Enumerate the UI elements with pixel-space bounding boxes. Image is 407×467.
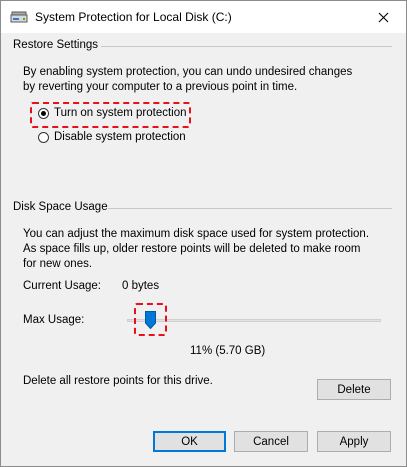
ok-button[interactable]: OK	[153, 431, 226, 452]
window-title: System Protection for Local Disk (C:)	[35, 10, 232, 24]
radio-disable-label[interactable]: Disable system protection	[54, 131, 186, 143]
title-bar[interactable]: System Protection for Local Disk (C:)	[1, 1, 406, 33]
radio-disable-indicator[interactable]	[38, 131, 49, 143]
close-icon	[378, 12, 388, 22]
cancel-button[interactable]: Cancel	[234, 431, 308, 452]
radio-turn-on[interactable]: Turn on system protection	[38, 107, 187, 119]
disk-space-header: Disk Space Usage	[13, 201, 108, 213]
disk-space-divider	[105, 208, 392, 209]
slider-highlight	[134, 303, 167, 336]
restore-settings-description: By enabling system protection, you can u…	[23, 66, 353, 93]
max-usage-display: 11% (5.70 GB)	[190, 345, 266, 357]
current-usage-label: Current Usage:	[23, 280, 101, 292]
radio-turn-on-indicator[interactable]	[38, 107, 49, 119]
current-usage-value: 0 bytes	[122, 280, 160, 292]
apply-button[interactable]: Apply	[317, 431, 391, 452]
radio-disable[interactable]: Disable system protection	[38, 131, 186, 143]
close-button[interactable]	[360, 1, 406, 33]
max-usage-label: Max Usage:	[23, 314, 85, 326]
delete-button[interactable]: Delete	[317, 379, 391, 400]
delete-restore-points-text: Delete all restore points for this drive…	[23, 375, 213, 387]
radio-turn-on-label[interactable]: Turn on system protection	[54, 107, 187, 119]
disk-space-description: You can adjust the maximum disk space us…	[23, 228, 370, 270]
restore-settings-divider	[101, 46, 392, 47]
drive-icon	[10, 11, 28, 23]
restore-settings-header: Restore Settings	[13, 39, 99, 51]
system-protection-dialog: System Protection for Local Disk (C:) Re…	[0, 0, 407, 467]
